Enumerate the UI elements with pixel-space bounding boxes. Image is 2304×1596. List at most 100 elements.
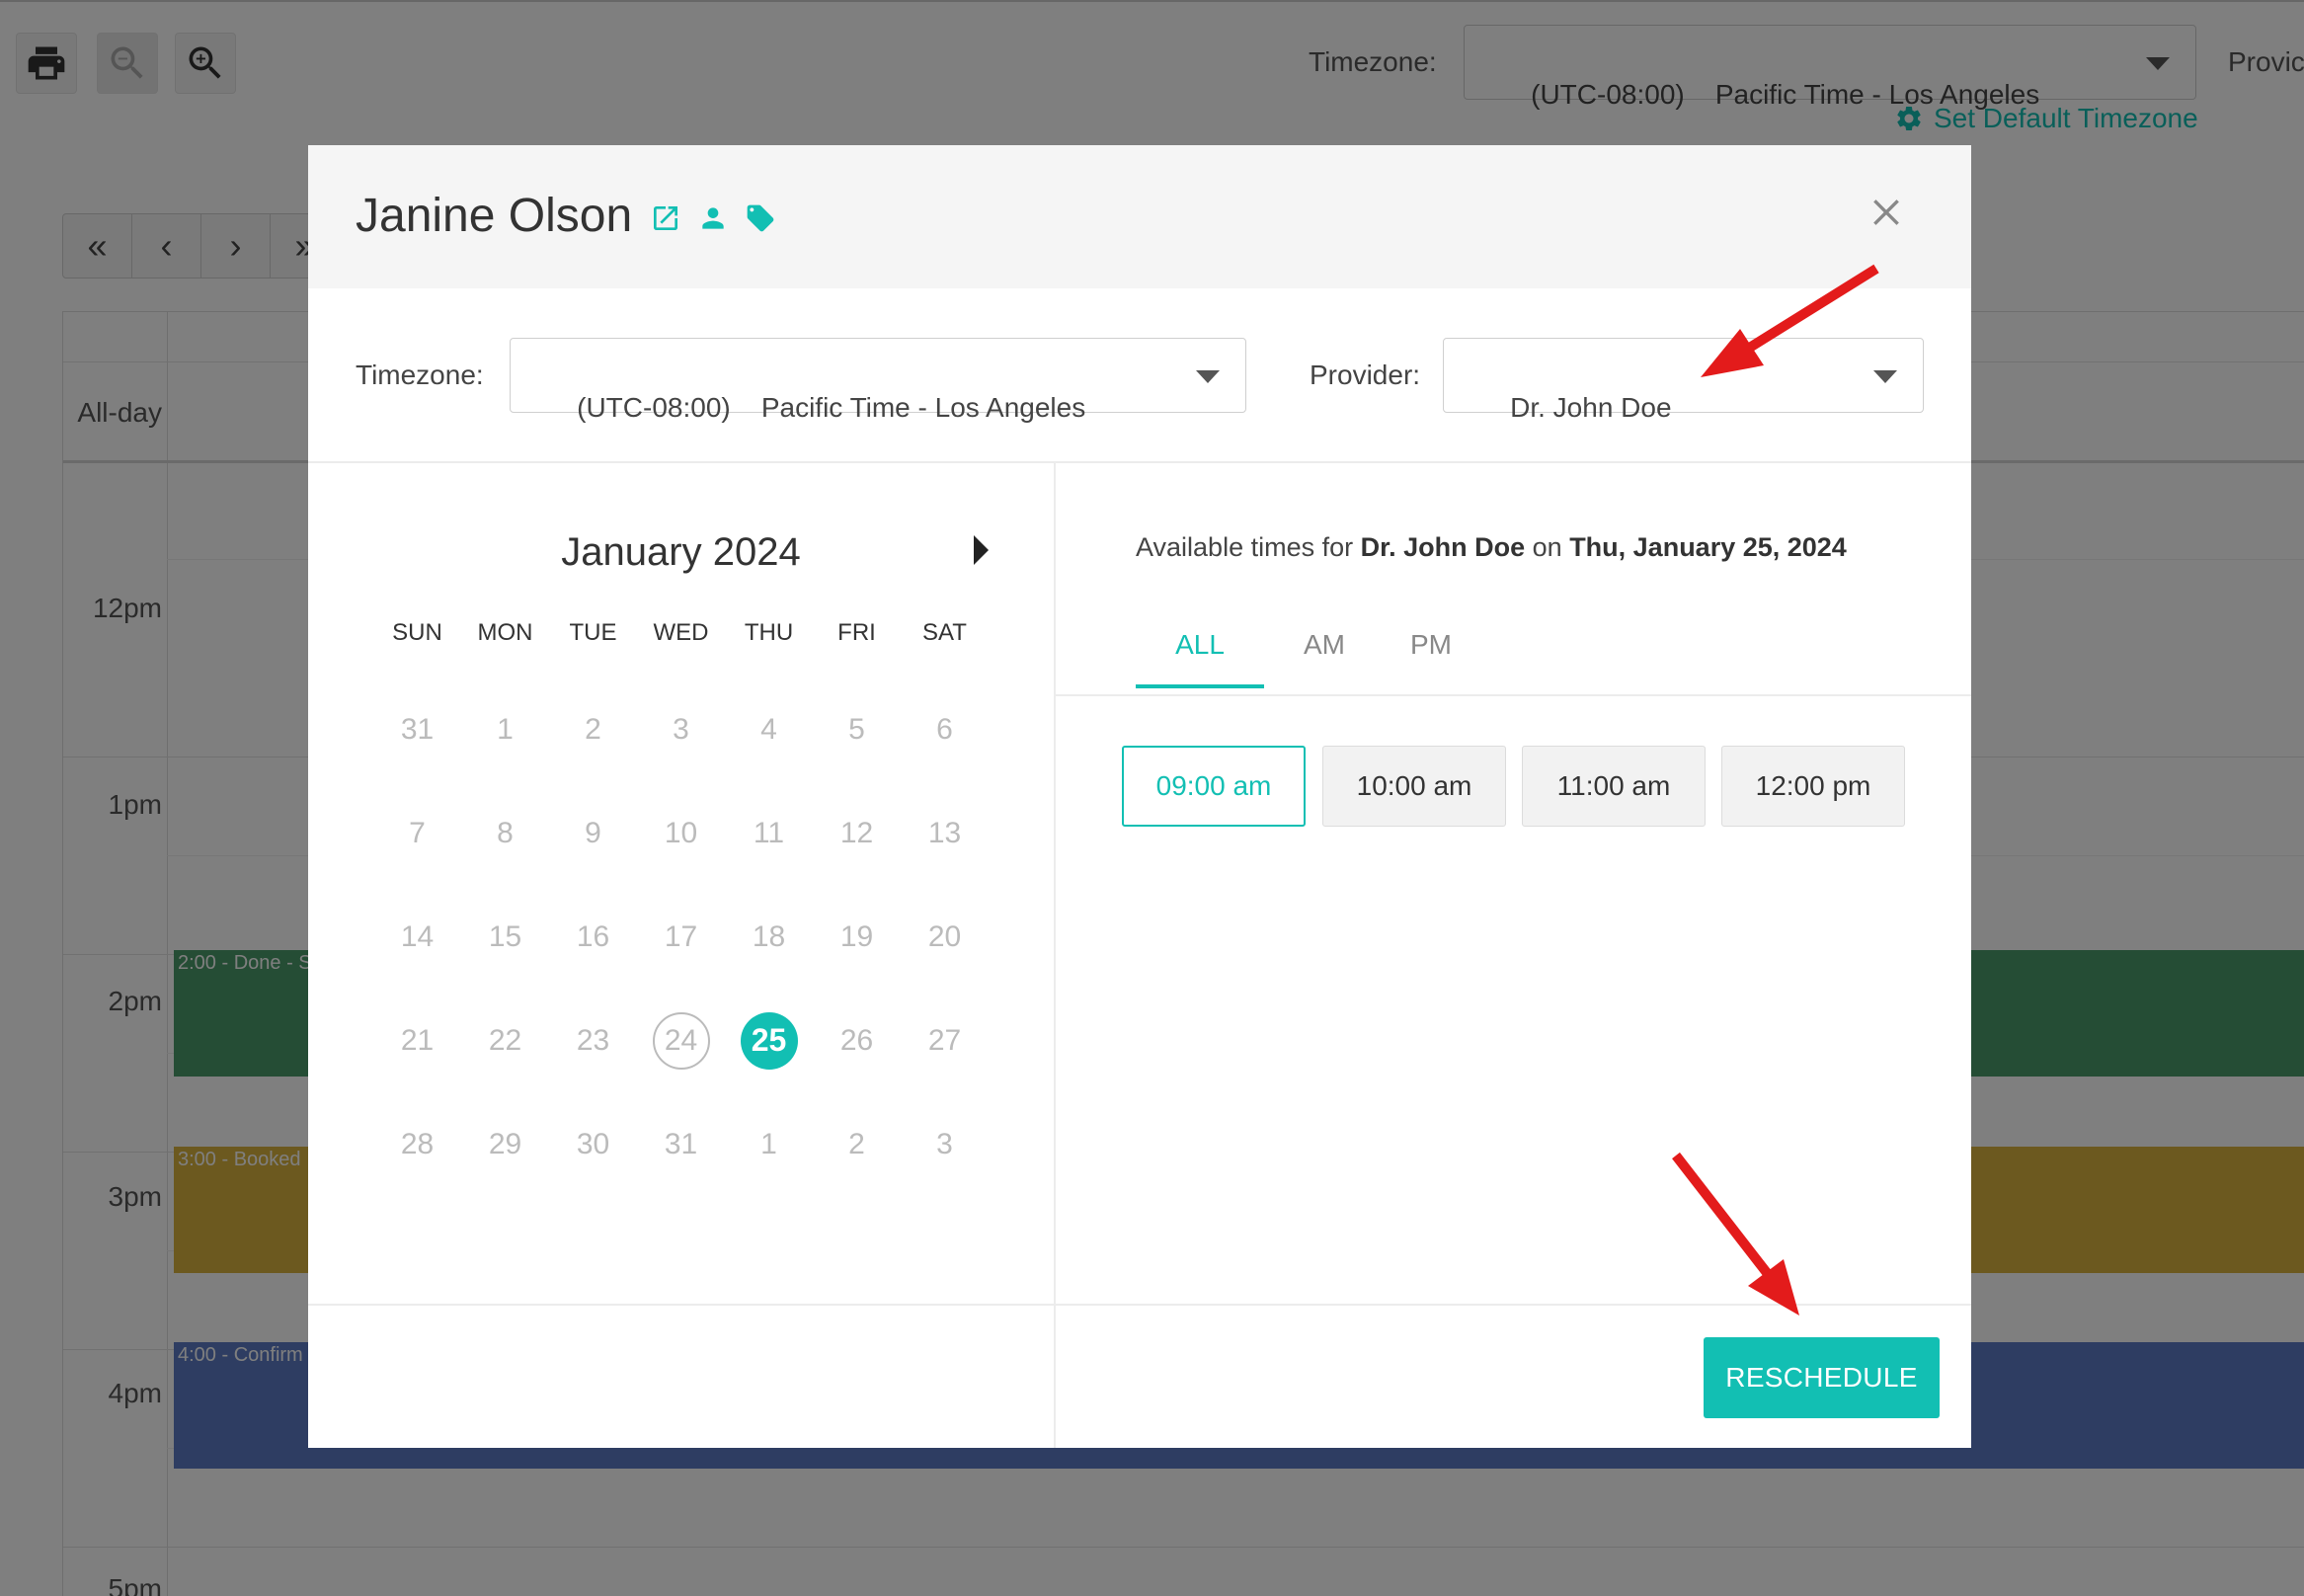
calendar-day-grid: 31 1 2 3 4 5 6 7 8 9 10 11 12 13 14 15 16 17 18 19 20 21 22 23 2… [373,678,995,1196]
divider [1054,463,1056,1448]
calendar-day[interactable]: 6 [901,678,989,781]
calendar-day[interactable]: 17 [637,885,725,989]
calendar-day[interactable]: 11 [725,781,813,885]
calendar-day[interactable]: 15 [461,885,549,989]
calendar-day-number: 25 [740,1011,798,1070]
person-icon[interactable] [697,202,729,234]
calendar-day[interactable]: 9 [549,781,637,885]
calendar-day[interactable]: 26 [813,989,901,1092]
calendar-day-number: 1 [760,1127,777,1160]
calendar-day-number: 30 [576,1127,610,1160]
calendar-day-number: 12 [839,816,874,849]
reschedule-button[interactable]: RESCHEDULE [1704,1337,1940,1418]
weekday-label: THU [744,619,794,646]
available-prefix: Available times for [1136,532,1361,562]
weekday-label: FRI [837,619,876,646]
provider-select[interactable]: Dr. John Doe [1443,338,1924,423]
tag-icon[interactable] [745,202,776,234]
calendar-day-number: 6 [936,712,953,746]
calendar-day-number: 14 [400,919,435,953]
calendar-day[interactable]: 27 [901,989,989,1092]
weekday-label: SUN [392,619,442,646]
calendar-day[interactable]: 29 [461,1092,549,1196]
timezone-select[interactable]: (UTC-08:00) Pacific Time - Los Angeles [510,338,1246,423]
calendar-month-title: January 2024 [561,530,801,574]
calendar-day-number: 10 [664,816,698,849]
divider [1056,694,1971,696]
tab-all[interactable]: ALL [1136,619,1264,688]
calendar-day-number: 28 [400,1127,435,1160]
calendar-day-number: 15 [488,919,522,953]
chevron-down-icon [1873,370,1897,383]
footer-divider [308,1304,1971,1306]
calendar-day[interactable]: 21 [373,989,461,1092]
external-link-icon[interactable] [650,202,681,234]
calendar-day[interactable]: 24 [637,989,725,1092]
divider [308,461,1971,463]
calendar-day-number: 16 [576,919,610,953]
calendar-day[interactable]: 22 [461,989,549,1092]
provider-label: Provider: [1310,359,1421,390]
calendar-day-number: 19 [839,919,874,953]
time-slot[interactable]: 10:00 am [1322,746,1506,827]
calendar-day-number: 18 [752,919,786,953]
time-slot[interactable]: 11:00 am [1522,746,1706,827]
available-times-heading: Available times for Dr. John Doe on Thu,… [1136,532,1847,563]
timezone-label: Timezone: [356,359,484,390]
timezone-value: (UTC-08:00) Pacific Time - Los Angeles [577,392,1086,423]
time-slot[interactable]: 09:00 am [1122,746,1306,827]
calendar-day-number: 8 [497,816,514,849]
calendar-day[interactable]: 31 [373,678,461,781]
calendar-day[interactable]: 10 [637,781,725,885]
calendar-day-number: 26 [839,1023,874,1057]
calendar-day-number: 7 [409,816,426,849]
calendar-day-number: 24 [652,1011,710,1070]
calendar-day[interactable]: 31 [637,1092,725,1196]
calendar-day[interactable]: 4 [725,678,813,781]
calendar-day[interactable]: 19 [813,885,901,989]
tab-am[interactable]: AM [1264,619,1385,688]
calendar-day-number: 2 [848,1127,865,1160]
calendar-day[interactable]: 7 [373,781,461,885]
calendar-day[interactable]: 18 [725,885,813,989]
available-middle: on [1525,532,1570,562]
provider-value: Dr. John Doe [1510,392,1672,423]
close-icon[interactable] [1867,193,1906,232]
calendar-day-number: 21 [400,1023,435,1057]
calendar-day[interactable]: 30 [549,1092,637,1196]
calendar-day[interactable]: 25 [725,989,813,1092]
modal-header: Janine Olson [308,145,1971,288]
calendar-day[interactable]: 16 [549,885,637,989]
weekday-label: WED [653,619,709,646]
calendar-day-number: 3 [936,1127,953,1160]
calendar-day[interactable]: 14 [373,885,461,989]
calendar-day-number: 29 [488,1127,522,1160]
calendar-day[interactable]: 13 [901,781,989,885]
calendar-day[interactable]: 2 [549,678,637,781]
time-slot[interactable]: 12:00 pm [1721,746,1905,827]
calendar-day-number: 1 [497,712,514,746]
calendar-day-number: 17 [664,919,698,953]
calendar-day-number: 2 [585,712,601,746]
calendar-day[interactable]: 1 [725,1092,813,1196]
calendar-day-number: 11 [753,816,785,849]
calendar-day[interactable]: 12 [813,781,901,885]
calendar-day[interactable]: 3 [637,678,725,781]
reschedule-modal: Janine Olson Timezone: (UTC-08:00) Pacif… [308,145,1971,1448]
calendar-day-number: 23 [576,1023,610,1057]
calendar-day[interactable]: 8 [461,781,549,885]
calendar-day[interactable]: 20 [901,885,989,989]
calendar-day[interactable]: 3 [901,1092,989,1196]
calendar-day[interactable]: 2 [813,1092,901,1196]
tab-pm[interactable]: PM [1385,619,1477,688]
modal-title: Janine Olson [356,190,633,242]
calendar-next-month-button[interactable] [974,535,989,565]
weekday-label: SAT [922,619,967,646]
calendar-day-number: 4 [760,712,777,746]
calendar-day[interactable]: 28 [373,1092,461,1196]
calendar-day[interactable]: 23 [549,989,637,1092]
calendar-day[interactable]: 1 [461,678,549,781]
available-date: Thu, January 25, 2024 [1569,532,1847,562]
calendar-day[interactable]: 5 [813,678,901,781]
available-provider: Dr. John Doe [1360,532,1526,562]
